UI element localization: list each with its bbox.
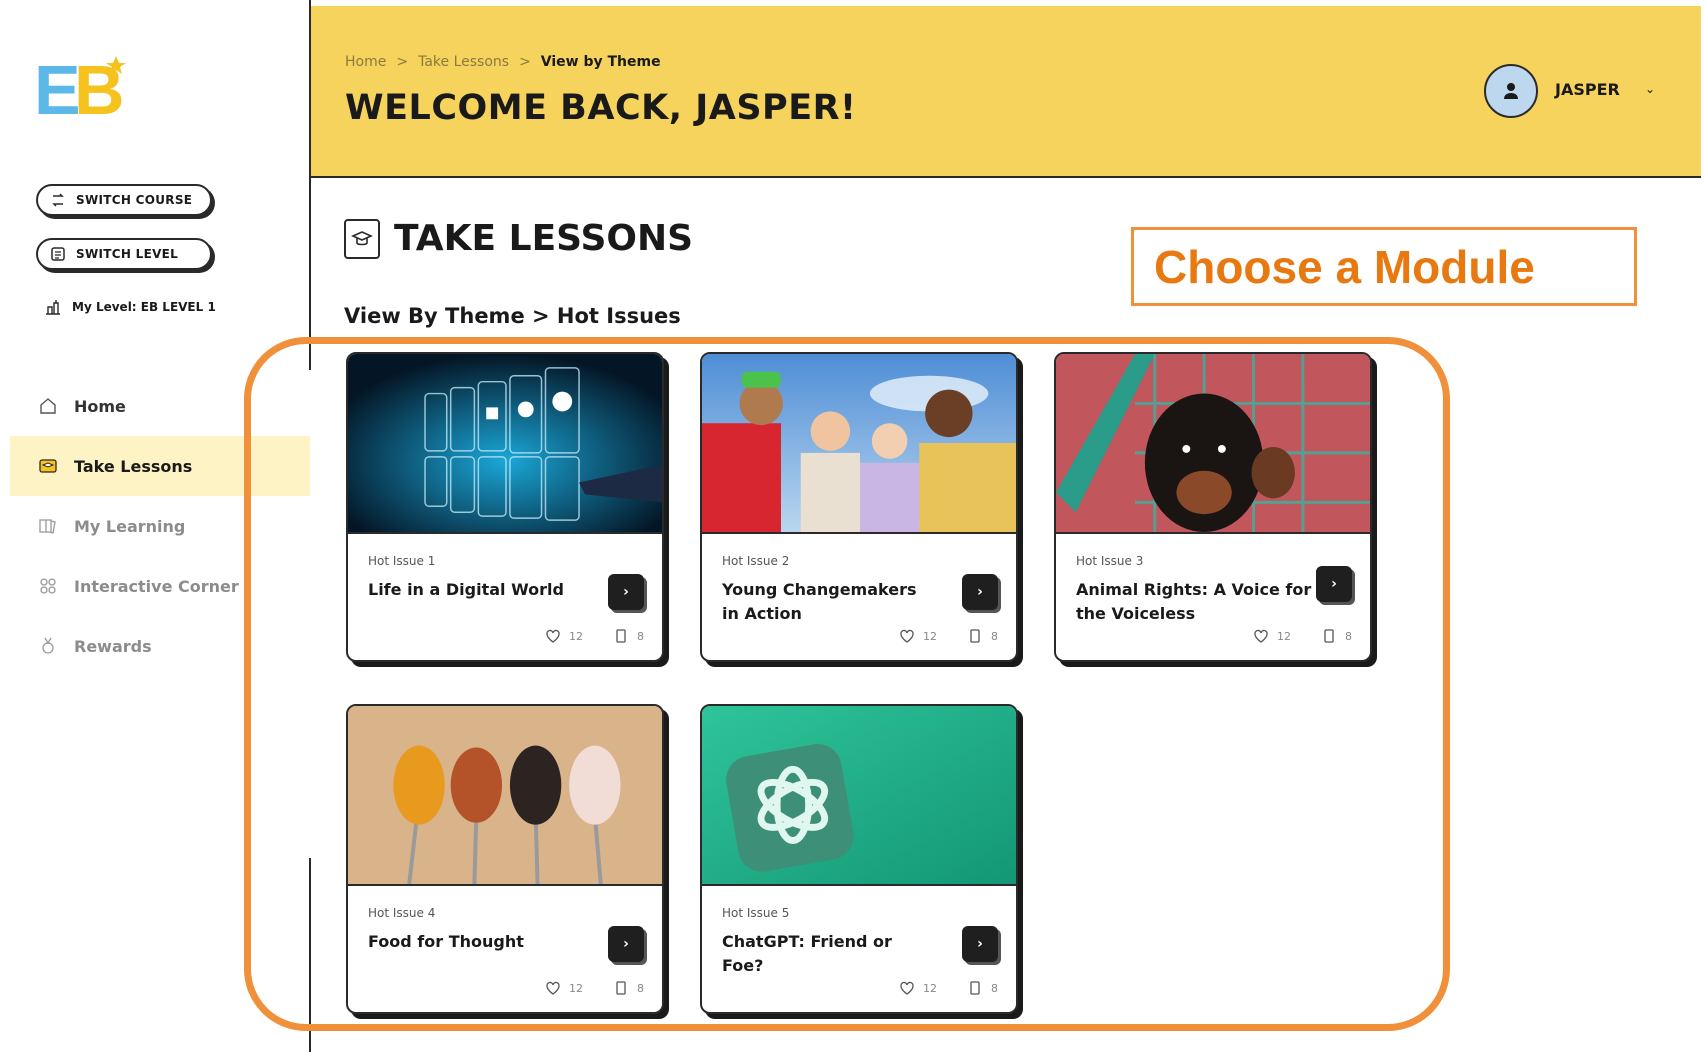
level-icon xyxy=(51,247,65,261)
module-image xyxy=(348,706,662,886)
breadcrumb-current: View by Theme xyxy=(540,54,661,70)
like-count: 12 xyxy=(1277,629,1291,643)
like-count: 12 xyxy=(569,981,583,995)
bookmark-icon[interactable] xyxy=(613,628,629,644)
heart-icon[interactable] xyxy=(545,628,561,644)
module-card[interactable]: Hot Issue 5 ChatGPT: Friend or Foe? › 12… xyxy=(700,704,1018,1014)
heart-icon[interactable] xyxy=(545,980,561,996)
avatar[interactable] xyxy=(1484,64,1538,118)
sidebar-item-label: Home xyxy=(74,396,126,416)
switch-level-button[interactable]: SWITCH LEVEL xyxy=(36,238,212,270)
breadcrumb-home[interactable]: Home xyxy=(345,54,386,70)
module-stats: 12 8 xyxy=(1253,628,1352,644)
grid-icon xyxy=(40,578,56,594)
page-title: TAKE LESSONS xyxy=(344,218,693,259)
heart-icon[interactable] xyxy=(899,980,915,996)
sidebar-item-label: My Learning xyxy=(74,516,186,536)
sidebar-item-label: Interactive Corner xyxy=(74,576,239,596)
module-title: Animal Rights: A Voice for the Voiceless xyxy=(1076,580,1312,623)
breadcrumb-separator: > xyxy=(396,54,409,70)
lesson-count: 8 xyxy=(1345,629,1352,643)
home-icon xyxy=(40,398,56,414)
like-count: 12 xyxy=(923,629,937,643)
module-stats: 12 8 xyxy=(899,628,998,644)
module-image xyxy=(348,354,662,534)
module-label: Hot Issue 2 xyxy=(722,554,790,568)
open-module-button[interactable]: › xyxy=(962,926,998,962)
medal-icon xyxy=(42,637,54,654)
sidebar-item-home[interactable]: Home xyxy=(10,376,310,436)
bookmark-icon[interactable] xyxy=(1321,628,1337,644)
module-stats: 12 8 xyxy=(545,980,644,996)
heart-icon[interactable] xyxy=(1253,628,1269,644)
user-name[interactable]: JASPER xyxy=(1555,80,1620,99)
module-title: ChatGPT: Friend or Foe? xyxy=(722,932,892,975)
sidebar-item-take-lessons[interactable]: Take Lessons xyxy=(10,436,310,496)
module-image xyxy=(702,706,1016,886)
my-level: My Level: EB LEVEL 1 xyxy=(44,298,216,316)
open-module-button[interactable]: › xyxy=(608,926,644,962)
module-card[interactable]: Hot Issue 3 Animal Rights: A Voice for t… xyxy=(1054,352,1372,662)
svg-text:E: E xyxy=(34,52,78,120)
module-label: Hot Issue 3 xyxy=(1076,554,1144,568)
module-image xyxy=(1056,354,1370,534)
switch-course-button[interactable]: SWITCH COURSE xyxy=(36,184,212,216)
module-title: Food for Thought xyxy=(368,932,524,951)
user-icon xyxy=(1504,83,1518,99)
sidebar-item-my-learning[interactable]: My Learning xyxy=(10,496,310,556)
breadcrumb: Home > Take Lessons > View by Theme xyxy=(345,54,661,70)
bookmark-icon[interactable] xyxy=(967,980,983,996)
module-card[interactable]: Hot Issue 4 Food for Thought › 12 8 xyxy=(346,704,664,1014)
switch-course-label: SWITCH COURSE xyxy=(76,193,193,207)
page-title-text: TAKE LESSONS xyxy=(394,218,694,259)
bookmark-icon[interactable] xyxy=(613,980,629,996)
open-module-button[interactable]: › xyxy=(608,574,644,610)
like-count: 12 xyxy=(569,629,583,643)
welcome-heading: WELCOME BACK, JASPER! xyxy=(345,88,857,128)
bookmark-icon[interactable] xyxy=(967,628,983,644)
sidebar-nav: Home Take Lessons My Learning Interactiv… xyxy=(10,376,310,676)
module-stats: 12 8 xyxy=(899,980,998,996)
breadcrumb-separator: > xyxy=(519,54,531,70)
sidebar-divider xyxy=(309,858,311,1052)
like-count: 12 xyxy=(923,981,937,995)
top-header: Home > Take Lessons > View by Theme WELC… xyxy=(311,6,1701,178)
module-label: Hot Issue 5 xyxy=(722,906,790,920)
module-stats: 12 8 xyxy=(545,628,644,644)
book-icon xyxy=(39,519,56,534)
sidebar-item-label: Rewards xyxy=(74,636,152,656)
lesson-count: 8 xyxy=(637,981,644,995)
my-level-label: My Level: EB LEVEL 1 xyxy=(72,300,216,314)
sidebar-item-interactive-corner[interactable]: Interactive Corner xyxy=(10,556,310,616)
module-label: Hot Issue 4 xyxy=(368,906,436,920)
chevron-down-icon[interactable]: ⌄ xyxy=(1645,82,1655,96)
section-subtitle: View By Theme > Hot Issues xyxy=(344,304,681,328)
sidebar-item-label: Take Lessons xyxy=(74,456,193,476)
module-card[interactable]: Hot Issue 2 Young Changemakers in Action… xyxy=(700,352,1018,662)
module-title: Young Changemakers in Action xyxy=(722,580,917,623)
module-label: Hot Issue 1 xyxy=(368,554,436,568)
open-module-button[interactable]: › xyxy=(962,574,998,610)
lesson-count: 8 xyxy=(637,629,644,643)
module-card[interactable]: Hot Issue 1 Life in a Digital World › 12… xyxy=(346,352,664,662)
instruction-callout: Choose a Module xyxy=(1131,227,1637,306)
switch-icon xyxy=(52,193,64,207)
breadcrumb-take-lessons[interactable]: Take Lessons xyxy=(418,54,509,70)
sidebar-item-rewards[interactable]: Rewards xyxy=(10,616,310,676)
level-up-icon xyxy=(46,300,60,315)
open-module-button[interactable]: › xyxy=(1316,566,1352,602)
heart-icon[interactable] xyxy=(899,628,915,644)
module-image xyxy=(702,354,1016,534)
lesson-count: 8 xyxy=(991,981,998,995)
sidebar: E B SWITCH COURSE SWITCH LEVEL My Level:… xyxy=(0,0,310,1052)
lessons-icon xyxy=(344,218,380,259)
switch-level-label: SWITCH LEVEL xyxy=(76,247,179,261)
eb-logo[interactable]: E B xyxy=(34,52,130,120)
lesson-count: 8 xyxy=(991,629,998,643)
lessons-icon xyxy=(39,459,57,473)
module-title: Life in a Digital World xyxy=(368,580,564,599)
